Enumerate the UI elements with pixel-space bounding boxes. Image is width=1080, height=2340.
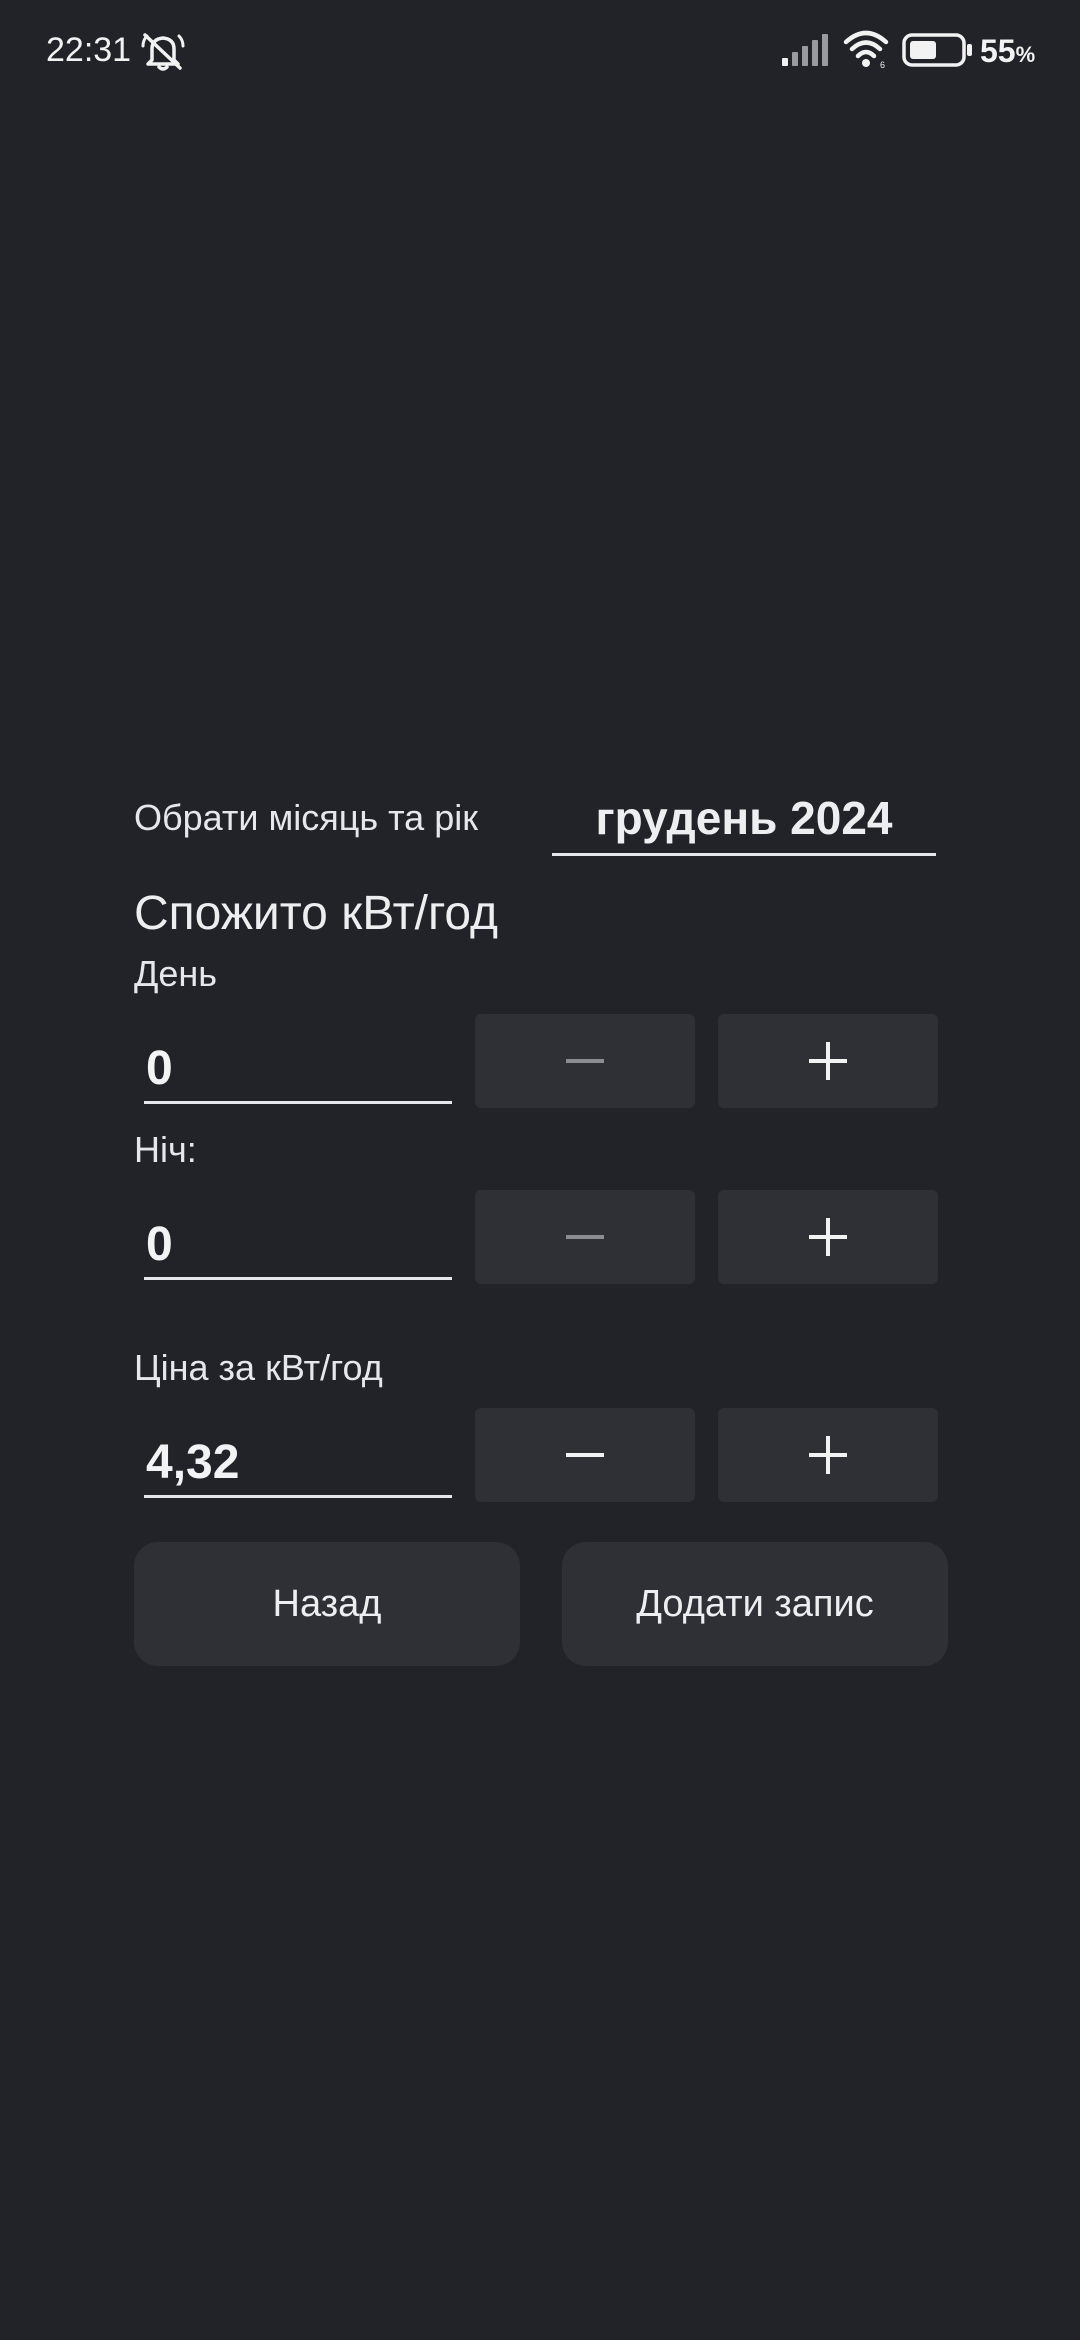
- price-increment-button[interactable]: [718, 1408, 938, 1502]
- back-button[interactable]: Назад: [134, 1542, 520, 1666]
- day-increment-button[interactable]: [718, 1014, 938, 1108]
- mute-icon: [141, 33, 185, 71]
- plus-icon: [809, 1218, 847, 1256]
- wifi-icon: 6: [843, 30, 889, 70]
- battery-percent-suffix: %: [1015, 42, 1036, 67]
- minus-icon: [566, 1453, 604, 1457]
- plus-icon: [809, 1042, 847, 1080]
- status-time: 22:31: [46, 31, 132, 69]
- night-decrement-button[interactable]: [475, 1190, 695, 1284]
- day-label: День: [134, 953, 218, 994]
- select-period-label: Обрати місяць та рік: [134, 797, 478, 838]
- night-label: Ніч:: [134, 1129, 197, 1170]
- battery-icon: [902, 33, 972, 67]
- price-decrement-button[interactable]: [475, 1408, 695, 1502]
- day-decrement-button[interactable]: [475, 1014, 695, 1108]
- price-label: Ціна за кВт/год: [134, 1347, 383, 1388]
- night-input[interactable]: 0: [144, 1210, 452, 1280]
- svg-text:6: 6: [880, 60, 885, 70]
- minus-icon: [566, 1059, 604, 1063]
- period-selector[interactable]: грудень 2024: [552, 782, 936, 856]
- signal-icon: [782, 34, 828, 66]
- add-record-button[interactable]: Додати запис: [562, 1542, 948, 1666]
- consumed-title: Спожито кВт/год: [134, 887, 499, 940]
- price-input[interactable]: 4,32: [144, 1428, 452, 1498]
- status-bar: 22:31 6 55%: [0, 0, 1080, 100]
- night-increment-button[interactable]: [718, 1190, 938, 1284]
- minus-icon: [566, 1235, 604, 1239]
- battery-percent: 55%: [980, 30, 1035, 76]
- day-input[interactable]: 0: [144, 1034, 452, 1104]
- battery-percent-value: 55: [980, 33, 1016, 69]
- plus-icon: [809, 1436, 847, 1474]
